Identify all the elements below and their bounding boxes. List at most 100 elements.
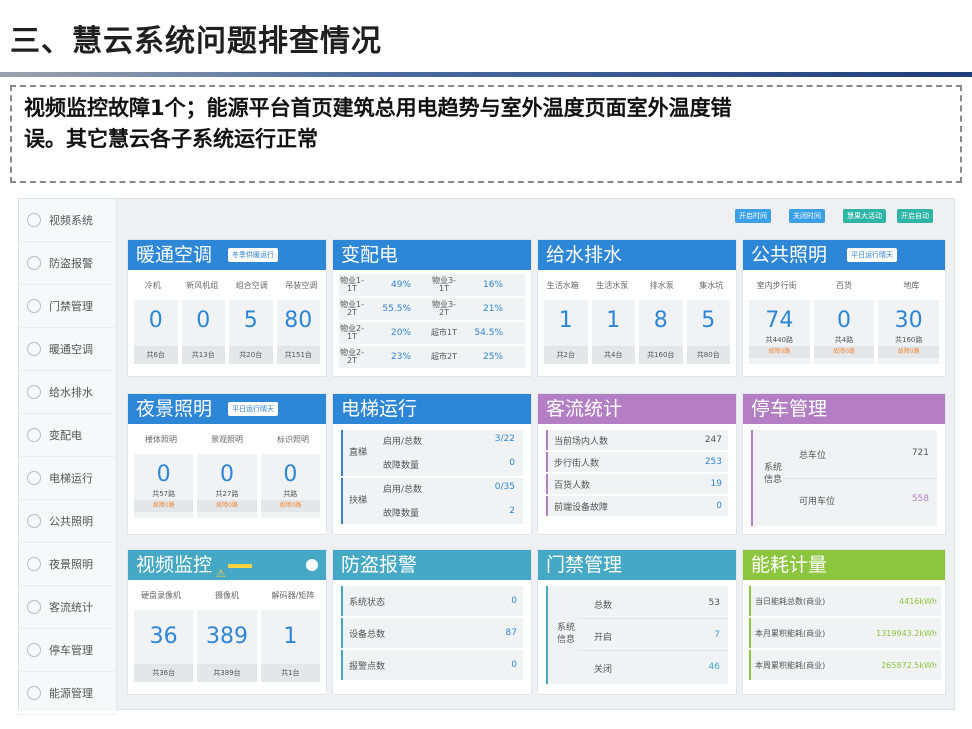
- divider: [578, 618, 728, 619]
- panel-title: 视频监控: [136, 554, 213, 576]
- stat-cell[interactable]: 74 共440路 故障0路: [749, 300, 810, 364]
- divider: [578, 650, 728, 651]
- stat-cell[interactable]: 5 共20台: [229, 300, 273, 364]
- row-value: 46: [708, 662, 720, 672]
- power-grid: 物业1-1T 49% 物业3-1T 16% 物业1-2T 55.5% 物业3-2T 21% …: [333, 270, 531, 374]
- panel-title: 给水排水: [546, 244, 623, 266]
- stat-cell[interactable]: 36 共36台: [134, 610, 194, 682]
- label-store: 百货: [835, 281, 852, 290]
- stat-total: 共36台: [134, 664, 194, 682]
- top-toolbar: 开启时间 关闭时间 慧果大活动 开启自动: [117, 199, 954, 229]
- stat-cell[interactable]: 0 共57路 故障0路: [134, 454, 194, 518]
- video-cells: 36 共36台 389 共389台 1 共1台: [128, 610, 326, 682]
- power-row: 物业1-2T 55.5% 物业3-2T 21%: [339, 298, 525, 320]
- row-label: 开启: [594, 633, 613, 643]
- sidebar-item-public-lighting[interactable]: 公共照明: [19, 500, 116, 543]
- stat-cell[interactable]: 0 共路 故障0路: [260, 454, 320, 518]
- night-labels: 楼体照明 景观照明 标识照明: [128, 434, 326, 446]
- label-landscape: 景观照明: [211, 435, 243, 444]
- sidebar-item-label: 视频系统: [49, 214, 93, 227]
- stat-value: 0: [837, 308, 851, 333]
- row-label: 总数: [594, 601, 613, 611]
- table-row: 设备总数 87: [341, 618, 523, 648]
- stat-total: 共440路: [765, 336, 794, 344]
- panel-header: 电梯运行: [333, 394, 531, 424]
- stat-fault: 故障0路: [878, 346, 940, 358]
- auto-button[interactable]: 开启自动: [897, 209, 933, 223]
- label-signage: 标识照明: [277, 435, 309, 444]
- load-value: 21%: [482, 304, 503, 314]
- stat-cell[interactable]: 30 共160路 故障0路: [878, 300, 940, 364]
- stat-cell[interactable]: 0 共4路 故障0路: [813, 300, 875, 364]
- row-value: 87: [505, 628, 517, 638]
- row-value: 53: [708, 598, 720, 608]
- sidebar-item-label: 能源管理: [49, 687, 93, 700]
- table-row: 步行街人数 253: [546, 452, 728, 472]
- panel-header: 停车管理: [743, 394, 945, 424]
- panel-title: 电梯运行: [341, 398, 418, 420]
- table-row: 本周累积能耗(商业) 265872.5kWh: [749, 650, 941, 680]
- sidebar-item-alarm[interactable]: 防盗报警: [19, 242, 116, 285]
- fan-icon: [27, 342, 41, 356]
- video-panel: 视频监控 ⚠ 硬盘录像机 摄像机 解码器/矩阵 36 共36台 389 共389台 1 共…: [127, 549, 327, 695]
- sidebar-item-parking[interactable]: 停车管理: [19, 629, 116, 672]
- table-row: 当日能耗总数(商业) 4416kWh: [749, 586, 941, 616]
- water-cells: 1 共2台 1 共4台 8 共160台 5 共80台: [538, 300, 736, 364]
- row-label: 启用/总数: [383, 437, 423, 447]
- stat-value: 30: [894, 308, 923, 333]
- lighting-mode-dropdown[interactable]: 平日运行晴天: [847, 248, 897, 262]
- stat-cell[interactable]: 0 共13台: [181, 300, 225, 364]
- stat-cell[interactable]: 80 共151台: [276, 300, 320, 364]
- stat-cell[interactable]: 8 共160台: [639, 300, 683, 364]
- slide: 三、慧云系统问题排查情况 视频监控故障1个；能源平台首页建筑总用电趋势与室外温度…: [0, 0, 972, 729]
- sidebar-item-video[interactable]: 视频系统: [19, 199, 116, 242]
- stat-cell[interactable]: 5 共80台: [686, 300, 730, 364]
- stat-cell[interactable]: 0 共6台: [134, 300, 178, 364]
- sidebar-item-power[interactable]: 变配电: [19, 414, 116, 457]
- row-value: 0/35: [494, 482, 515, 492]
- stat-value: 0: [156, 462, 171, 487]
- panel-title: 公共照明: [751, 244, 828, 266]
- fault-indicator: [228, 564, 252, 568]
- row-label: 故障数量: [383, 461, 420, 471]
- sidebar-item-access[interactable]: 门禁管理: [19, 285, 116, 328]
- stat-total: 共13台: [181, 346, 225, 364]
- parking-info: 系统信息 总车位 721 可用车位 558: [751, 430, 937, 526]
- row-label: 关闭: [594, 665, 613, 675]
- open-time-button[interactable]: 开启时间: [735, 209, 771, 223]
- stat-total: 共2台: [544, 346, 588, 364]
- stat-value: 8: [653, 308, 668, 333]
- stat-cell[interactable]: 1 共4台: [591, 300, 635, 364]
- sidebar-item-traffic[interactable]: 客流统计: [19, 586, 116, 629]
- sidebar-item-night-lighting[interactable]: 夜景照明: [19, 543, 116, 586]
- elevator-group-straight: 直梯 启用/总数 3/22 故障数量 0: [341, 430, 523, 476]
- stat-cell[interactable]: 1 共2台: [544, 300, 588, 364]
- stat-cell[interactable]: 389 共389台: [197, 610, 257, 682]
- meter-icon: [27, 686, 41, 700]
- sidebar-item-water[interactable]: 给水排水: [19, 371, 116, 414]
- row-label: 报警点数: [349, 661, 386, 672]
- alarm-icon: [27, 256, 41, 270]
- transformer-label: 超市2T: [431, 352, 457, 361]
- moon-icon: [27, 557, 41, 571]
- sidebar-item-label: 公共照明: [49, 515, 93, 528]
- group-label: 扶梯: [349, 496, 368, 506]
- sidebar-item-hvac[interactable]: 暖通空调: [19, 328, 116, 371]
- sidebar-item-energy[interactable]: 能源管理: [19, 672, 116, 715]
- toggle-icon[interactable]: [306, 559, 318, 571]
- row-value: 247: [704, 435, 722, 445]
- event-button[interactable]: 慧果大活动: [843, 209, 886, 223]
- sidebar-item-elevator[interactable]: 电梯运行: [19, 457, 116, 500]
- stat-cell[interactable]: 0 共27路 故障0路: [197, 454, 257, 518]
- stat-cell[interactable]: 1 共1台: [260, 610, 320, 682]
- energy-panel: 能耗计量 当日能耗总数(商业) 4416kWh 本月累积能耗(商业) 1319943…: [742, 549, 946, 695]
- label-pump: 生活水泵: [596, 281, 629, 290]
- close-time-button[interactable]: 关闭时间: [789, 209, 825, 223]
- load-value: 25%: [482, 352, 503, 362]
- warning-icon[interactable]: ⚠: [216, 559, 226, 589]
- power-row: 物业2-1T 20% 超市1T 54.5%: [339, 322, 525, 344]
- hvac-mode-dropdown[interactable]: 冬季供暖运行: [228, 248, 278, 262]
- night-mode-dropdown[interactable]: 平日运行晴天: [228, 402, 278, 416]
- label-tank: 生活水箱: [546, 281, 579, 290]
- load-value: 20%: [390, 328, 411, 338]
